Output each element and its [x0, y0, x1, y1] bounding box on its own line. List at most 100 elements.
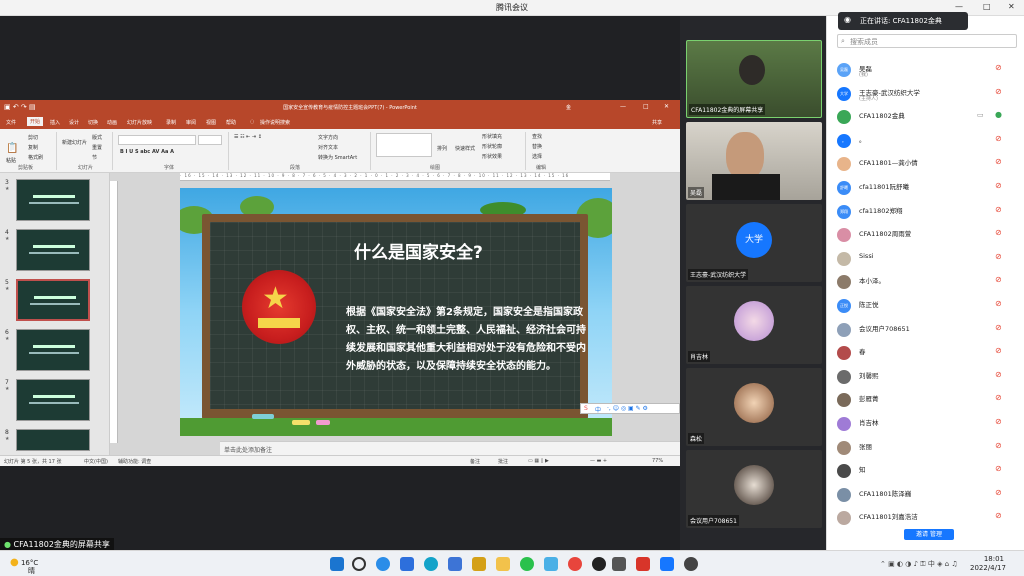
- smartart-button[interactable]: 转换为 SmartArt: [318, 154, 357, 161]
- tab-transitions[interactable]: 切换: [88, 119, 98, 126]
- participant-row[interactable]: Sissi ⊘: [837, 249, 1019, 269]
- paragraph-list-icons[interactable]: ☰ ☷ ⇤ ⇥ ↕: [234, 134, 262, 140]
- video-tile[interactable]: 肖吉林: [686, 286, 822, 364]
- tab-slideshow[interactable]: 幻灯片放映: [127, 119, 152, 126]
- close-button[interactable]: ✕: [1008, 2, 1015, 11]
- current-slide[interactable]: ★ 什么是国家安全? 根据《国家安全法》第2条规定，国家安全是指国家政权、主权、…: [180, 188, 612, 436]
- ime-toolbar[interactable]: S 中 ·, ☺ ◎ ▣ ✎ ⚙: [580, 403, 680, 414]
- ppt-minimize-icon[interactable]: —: [620, 103, 626, 110]
- tab-animations[interactable]: 动画: [107, 119, 117, 126]
- app-icon[interactable]: [448, 557, 462, 571]
- text-direction-button[interactable]: 文字方向: [318, 134, 338, 141]
- shape-outline-button[interactable]: 形状轮廓: [482, 143, 502, 150]
- search-icon[interactable]: [352, 557, 366, 571]
- reset-button[interactable]: 重置: [92, 144, 102, 151]
- slide-body[interactable]: 根据《国家安全法》第2条规定，国家安全是指国家政权、主权、统一和领土完整、人民福…: [346, 304, 586, 376]
- participant-row[interactable]: 吴磊 吴磊 (我) ⊘: [837, 60, 1019, 80]
- start-icon[interactable]: [330, 557, 344, 571]
- tell-me-search[interactable]: 操作说明搜索: [260, 119, 290, 126]
- app-icon[interactable]: [684, 557, 698, 571]
- minimize-button[interactable]: —: [955, 2, 963, 11]
- participant-row[interactable]: 大学 王志豪-武汉纺织大学 (主持人) ⊘: [837, 84, 1019, 104]
- tab-file[interactable]: 文件: [6, 119, 16, 126]
- invite-button[interactable]: 邀请 管理: [904, 529, 954, 540]
- edge-icon[interactable]: [424, 557, 438, 571]
- quick-access-icons[interactable]: ▣ ↶ ↷ ▤: [4, 103, 36, 111]
- tab-help[interactable]: 帮助: [226, 119, 236, 126]
- ime-tools-icon[interactable]: ·, ☺ ◎ ▣ ✎ ⚙: [607, 405, 648, 412]
- participant-row[interactable]: 知 ⊘: [837, 461, 1019, 481]
- mic-muted-icon[interactable]: ⊘: [995, 134, 1002, 143]
- copy-button[interactable]: 复制: [28, 144, 38, 151]
- participant-row[interactable]: 。。 ⊘: [837, 131, 1019, 151]
- layout-button[interactable]: 版式: [92, 134, 102, 141]
- app-icon[interactable]: [472, 557, 486, 571]
- arrange-button[interactable]: 排列: [437, 145, 447, 152]
- font-size-select[interactable]: [198, 135, 222, 145]
- mic-muted-icon[interactable]: ⊘: [995, 393, 1002, 402]
- chrome-icon[interactable]: [568, 557, 582, 571]
- mic-muted-icon[interactable]: ⊘: [995, 323, 1002, 332]
- app-icon[interactable]: [376, 557, 390, 571]
- slide-thumbnail-selected[interactable]: [16, 279, 90, 321]
- mic-muted-icon[interactable]: ⊘: [995, 181, 1002, 190]
- video-tile[interactable]: CFA11802金典的屏幕共享: [686, 40, 822, 118]
- mic-muted-icon[interactable]: ⊘: [995, 205, 1002, 214]
- file-explorer-icon[interactable]: [496, 557, 510, 571]
- comments-toggle[interactable]: 批注: [498, 458, 508, 465]
- mic-muted-icon[interactable]: ⊘: [995, 299, 1002, 308]
- tab-record[interactable]: 录制: [166, 119, 176, 126]
- video-tile[interactable]: 会议用户708651: [686, 450, 822, 528]
- slide-thumbnail[interactable]: [16, 329, 90, 371]
- ime-mode[interactable]: 中: [595, 405, 601, 414]
- participant-row[interactable]: CFA11801—龚小倩 ⊘: [837, 154, 1019, 174]
- participant-row[interactable]: 春 ⊘: [837, 343, 1019, 363]
- font-name-select[interactable]: [118, 135, 196, 145]
- notes-toggle[interactable]: 备注: [470, 458, 480, 465]
- mic-muted-icon[interactable]: ⊘: [995, 370, 1002, 379]
- ppt-account[interactable]: 金: [566, 104, 571, 111]
- camera-icon[interactable]: [612, 557, 626, 571]
- maximize-button[interactable]: □: [983, 2, 991, 11]
- paste-icon[interactable]: 📋: [6, 143, 18, 154]
- shape-effects-button[interactable]: 形状效果: [482, 153, 502, 160]
- align-text-button[interactable]: 对齐文本: [318, 144, 338, 151]
- mic-muted-icon[interactable]: ⊘: [995, 252, 1002, 261]
- mic-muted-icon[interactable]: ⊘: [995, 275, 1002, 284]
- wechat-icon[interactable]: [520, 557, 534, 571]
- video-tile[interactable]: 森松: [686, 368, 822, 446]
- slide-thumbnail[interactable]: [16, 429, 90, 451]
- slide-thumbnail[interactable]: [16, 229, 90, 271]
- mic-muted-icon[interactable]: ⊘: [995, 157, 1002, 166]
- video-tile[interactable]: 大学 王志豪-武汉纺织大学: [686, 204, 822, 282]
- participant-row[interactable]: 张丽 ⊘: [837, 438, 1019, 458]
- mic-muted-icon[interactable]: ⊘: [995, 511, 1002, 520]
- weather-widget[interactable]: ● 16°C 晴朗: [10, 557, 38, 575]
- notes-placeholder[interactable]: 单击此处添加备注: [224, 445, 272, 454]
- tab-insert[interactable]: 插入: [50, 119, 60, 126]
- tab-review[interactable]: 审阅: [186, 119, 196, 126]
- slide-thumbnail[interactable]: [16, 379, 90, 421]
- wps-icon[interactable]: [636, 557, 650, 571]
- mic-muted-icon[interactable]: ⊘: [995, 228, 1002, 237]
- participant-row[interactable]: 舒曦 cfa11801阮舒曦 ⊘: [837, 178, 1019, 198]
- replace-button[interactable]: 替换: [532, 143, 542, 150]
- mic-muted-icon[interactable]: ⊘: [995, 488, 1002, 497]
- participant-row[interactable]: CFA11801刘嘉浩洁 ⊘: [837, 508, 1019, 528]
- search-input[interactable]: ⌕ 搜索成员: [837, 34, 1017, 48]
- ppt-maximize-icon[interactable]: □: [643, 103, 649, 110]
- tray-icons[interactable]: ⌃ ▣ ◐ ◑ ♪ ⚿ 中 ◈ ⌂ ♫: [880, 559, 958, 569]
- ppt-close-icon[interactable]: ✕: [664, 103, 669, 110]
- format-painter-button[interactable]: 格式刷: [28, 154, 43, 161]
- mic-muted-icon[interactable]: ●: [995, 110, 1002, 119]
- zoom-level[interactable]: 77%: [652, 458, 663, 464]
- participant-row[interactable]: 正悦 陈正悦 ⊘: [837, 296, 1019, 316]
- slide-title[interactable]: 什么是国家安全?: [354, 238, 612, 263]
- font-style-buttons[interactable]: B I U S abc AV Aa A: [120, 149, 174, 155]
- section-button[interactable]: 节: [92, 154, 97, 161]
- share-button[interactable]: 共享: [652, 119, 662, 126]
- shape-fill-button[interactable]: 形状填充: [482, 133, 502, 140]
- find-button[interactable]: 查找: [532, 133, 542, 140]
- paste-label[interactable]: 粘贴: [6, 157, 16, 164]
- participant-row[interactable]: CFA11802金典 ▭ ●: [837, 107, 1019, 127]
